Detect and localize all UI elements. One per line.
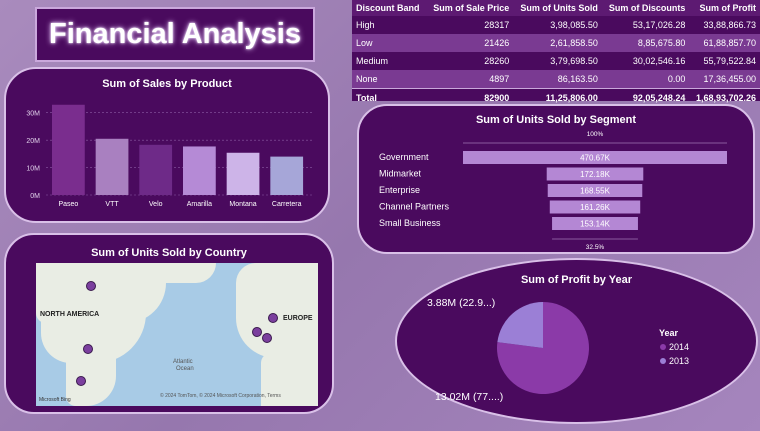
table-row: None 4897 86,163.50 0.00 17,36,455.00 xyxy=(352,70,760,89)
funnel-bottom-label: 32.5% xyxy=(586,244,605,251)
segment-chart-title: Sum of Units Sold by Segment xyxy=(475,114,637,126)
table-cell: 86,163.50 xyxy=(513,70,602,89)
table-cell: Medium xyxy=(356,56,389,66)
units-by-segment-card[interactable]: Sum of Units Sold by Segment 100% Governm… xyxy=(357,104,755,254)
table-cell: 53,17,026.28 xyxy=(632,20,686,30)
map-label-ocean-2: Ocean xyxy=(176,366,194,372)
pie-label-2014: 13.02M (77....) xyxy=(435,391,503,403)
table-header-cell[interactable]: Sum of Profit xyxy=(689,0,760,16)
country-map-title: Sum of Units Sold by Country xyxy=(91,247,247,259)
segment-funnel-chart: 100% Government 470.67K Midmarket 172.18K Ent… xyxy=(379,131,727,251)
table-cell: 8,85,675.80 xyxy=(601,34,690,52)
country-map[interactable]: NORTH AMERICA EUROPE Atlantic Ocean © 20… xyxy=(36,263,318,406)
map-logo: Microsoft Bing xyxy=(39,397,71,403)
sales-by-product-card[interactable]: Sum of Sales by Product 0M 10M 20M 30M Paseo… xyxy=(4,67,330,223)
bar-velo[interactable] xyxy=(139,144,173,195)
table-row: Medium 28260 3,79,698.50 30,02,546.16 55,79,… xyxy=(352,52,760,70)
segment-data-label: 470.67K xyxy=(580,154,610,163)
table-cell: 2,61,858.50 xyxy=(513,34,602,52)
segment-label: Small Business xyxy=(379,218,441,228)
table-cell: 4897 xyxy=(426,70,514,89)
table-header-row: Discount Band Sum of Sale Price Sum of Uni… xyxy=(352,0,760,16)
legend-label[interactable]: 2014 xyxy=(669,342,689,352)
map-point-germany[interactable] xyxy=(268,313,278,323)
segment-data-label: 161.26K xyxy=(580,203,610,212)
table-cell: 21426 xyxy=(426,34,514,52)
pie-label-2013: 3.88M (22.9...) xyxy=(427,297,495,309)
x-tick-label: Carretera xyxy=(272,201,302,208)
map-point-uk[interactable] xyxy=(252,327,262,337)
segment-data-label: 168.55K xyxy=(580,187,610,196)
map-point-usa[interactable] xyxy=(83,344,93,354)
table-cell: 30,02,546.16 xyxy=(632,56,686,66)
legend-marker[interactable] xyxy=(660,358,666,364)
table-cell: 33,88,866.73 xyxy=(703,20,756,30)
x-tick-label: Velo xyxy=(149,201,163,208)
map-label-europe: EUROPE xyxy=(283,315,313,322)
units-by-country-card[interactable]: Sum of Units Sold by Country NORTH AMERI… xyxy=(4,233,334,414)
bar-carretera[interactable] xyxy=(270,156,304,195)
table-cell: 61,88,857.70 xyxy=(689,34,760,52)
segment-label: Channel Partners xyxy=(379,202,450,212)
table-cell: High xyxy=(356,20,375,30)
table-row: High 28317 3,98,085.50 53,17,026.28 33,88,86… xyxy=(352,16,760,34)
table-cell: 3,79,698.50 xyxy=(550,56,598,66)
map-attribution: © 2024 TomTom, © 2024 Microsoft Corporat… xyxy=(160,393,281,399)
table-cell: 28317 xyxy=(484,20,510,30)
y-tick-label: 10M xyxy=(26,166,40,173)
table-cell: 55,79,522.84 xyxy=(703,56,756,66)
x-tick-label: Amarilla xyxy=(187,201,212,208)
table-row: Low 21426 2,61,858.50 8,85,675.80 61,88,857.… xyxy=(352,34,760,52)
table-header-cell[interactable]: Sum of Sale Price xyxy=(426,0,514,16)
table-header-cell[interactable]: Sum of Units Sold xyxy=(513,0,602,16)
segment-data-label: 153.14K xyxy=(580,220,610,229)
y-tick-label: 0M xyxy=(30,193,40,200)
segment-label: Government xyxy=(379,152,429,162)
segment-label: Enterprise xyxy=(379,185,420,195)
segment-data-label: 172.18K xyxy=(580,170,610,179)
table-cell: 17,36,455.00 xyxy=(689,70,760,89)
sales-chart-title: Sum of Sales by Product xyxy=(102,78,232,90)
map-label-ocean-1: Atlantic xyxy=(173,359,193,365)
legend-marker[interactable] xyxy=(660,344,666,350)
funnel-top-label: 100% xyxy=(587,131,604,138)
table-header-cell[interactable]: Sum of Discounts xyxy=(601,0,690,16)
map-point-mexico[interactable] xyxy=(76,376,86,386)
sales-bar-chart: 0M 10M 20M 30M Paseo VTT Velo Amarilla Montana Ca… xyxy=(26,104,314,208)
map-point-france[interactable] xyxy=(262,333,272,343)
x-tick-label: Paseo xyxy=(58,201,78,208)
profit-pie-chart: 3.88M (22.9...) 13.02M (77....) Year 2014 20… xyxy=(427,297,689,403)
y-tick-label: 30M xyxy=(26,111,40,118)
dashboard-title: Financial Analysis xyxy=(49,18,301,50)
y-tick-label: 20M xyxy=(26,138,40,145)
bar-vtt[interactable] xyxy=(95,138,129,195)
x-tick-label: VTT xyxy=(105,201,119,208)
bar-amarilla[interactable] xyxy=(183,146,216,195)
bar-montana[interactable] xyxy=(226,152,260,195)
table-cell: 3,98,085.50 xyxy=(550,20,598,30)
pie-slice-2013[interactable] xyxy=(497,302,543,348)
segment-label: Midmarket xyxy=(379,169,422,179)
x-tick-label: Montana xyxy=(229,201,256,208)
legend-label[interactable]: 2013 xyxy=(669,356,689,366)
legend-title: Year xyxy=(659,328,679,338)
map-point-canada[interactable] xyxy=(86,281,96,291)
map-label-north-america: NORTH AMERICA xyxy=(40,311,100,318)
table-cell: Low xyxy=(352,34,427,52)
table-header-cell[interactable]: Discount Band xyxy=(352,0,427,16)
table-cell: 0.00 xyxy=(601,70,690,89)
table-cell: 28260 xyxy=(484,56,510,66)
discount-band-table: Discount Band Sum of Sale Price Sum of Uni… xyxy=(352,0,760,107)
dashboard-title-box: Financial Analysis xyxy=(35,7,315,62)
bar-paseo[interactable] xyxy=(52,104,85,195)
table-cell: None xyxy=(352,70,427,89)
profit-by-year-card[interactable]: Sum of Profit by Year 3.88M (22.9...) 13.… xyxy=(395,258,758,424)
